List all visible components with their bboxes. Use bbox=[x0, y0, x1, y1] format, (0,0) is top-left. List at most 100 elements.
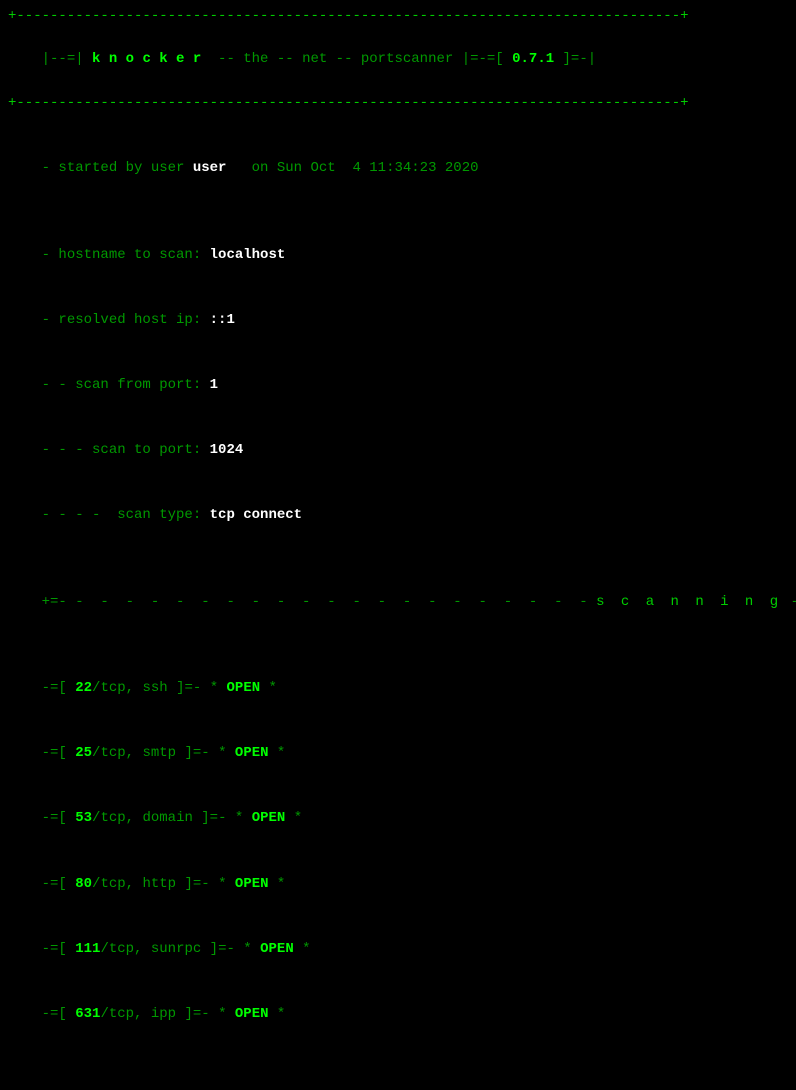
port-star-post-631: * bbox=[269, 1006, 286, 1022]
port-num-80: 80 bbox=[67, 876, 92, 892]
terminal-window: +---------------------------------------… bbox=[8, 6, 788, 539]
scanning-end: - bbox=[782, 594, 796, 610]
port-num-22: 22 bbox=[67, 680, 92, 696]
port-status-22: OPEN bbox=[227, 680, 261, 696]
port-close-bracket-53: ]=- bbox=[201, 810, 226, 826]
port-close-bracket-631: ]=- bbox=[184, 1006, 209, 1022]
scan-to-value: 1024 bbox=[210, 442, 244, 458]
port-status-631: OPEN bbox=[235, 1006, 269, 1022]
started-line: - started by user user on Sun Oct 4 11:3… bbox=[8, 136, 788, 201]
port-service-631: ipp bbox=[151, 1006, 185, 1022]
scan-from-prefix: - - scan from port: bbox=[42, 377, 210, 393]
title-knocker: k n o c k e r bbox=[92, 51, 201, 67]
port-num-53: 53 bbox=[67, 810, 92, 826]
empty-5 bbox=[8, 1047, 788, 1069]
port-open-bracket-111: -=[ bbox=[42, 941, 67, 957]
port-comma-53: , bbox=[126, 810, 143, 826]
port-slash-631: /tcp bbox=[100, 1006, 134, 1022]
hostname-line: - hostname to scan: localhost bbox=[8, 223, 788, 288]
scan-to-line: - - - scan to port: 1024 bbox=[8, 418, 788, 483]
port-status-25: OPEN bbox=[235, 745, 269, 761]
port-star-pre-111: * bbox=[235, 941, 260, 957]
port-star-pre-22: * bbox=[201, 680, 226, 696]
port-service-80: http bbox=[142, 876, 184, 892]
port-star-post-25: * bbox=[269, 745, 286, 761]
scanning-label: s c a n n i n g bbox=[596, 594, 782, 610]
port-service-25: smtp bbox=[142, 745, 184, 761]
scan-from-value: 1 bbox=[210, 377, 218, 393]
scanning-separator: +=- - - - - - - - - - - - - - - - - - - … bbox=[8, 570, 788, 635]
port-comma-25: , bbox=[126, 745, 143, 761]
port-close-bracket-80: ]=- bbox=[184, 876, 209, 892]
title-middle: -- the -- net -- portscanner bbox=[201, 51, 461, 67]
port-status-80: OPEN bbox=[235, 876, 269, 892]
empty-4 bbox=[8, 635, 788, 657]
port-row-631: -=[ 631/tcp, ipp ]=- * OPEN * bbox=[8, 982, 788, 1047]
port-star-pre-631: * bbox=[210, 1006, 235, 1022]
title-prefix: |--=| bbox=[42, 51, 92, 67]
port-close-bracket-22: ]=- bbox=[176, 680, 201, 696]
port-slash-25: /tcp bbox=[92, 745, 126, 761]
port-row-22: -=[ 22/tcp, ssh ]=- * OPEN * bbox=[8, 657, 788, 722]
title-version: 0.7.1 bbox=[504, 51, 563, 67]
port-comma-631: , bbox=[134, 1006, 151, 1022]
port-open-bracket-631: -=[ bbox=[42, 1006, 67, 1022]
port-service-22: ssh bbox=[142, 680, 176, 696]
port-star-pre-25: * bbox=[210, 745, 235, 761]
port-star-post-53: * bbox=[285, 810, 302, 826]
scan-type-prefix: - - - - scan type: bbox=[42, 507, 210, 523]
resolved-line: - resolved host ip: ::1 bbox=[8, 288, 788, 353]
scanning-dashes: +=- bbox=[42, 594, 76, 610]
port-slash-22: /tcp bbox=[92, 680, 126, 696]
empty-2 bbox=[8, 201, 788, 223]
port-row-25: -=[ 25/tcp, smtp ]=- * OPEN * bbox=[8, 722, 788, 787]
port-row-53: -=[ 53/tcp, domain ]=- * OPEN * bbox=[8, 787, 788, 852]
scanning-space bbox=[588, 594, 596, 610]
hostname-prefix: - hostname to scan: bbox=[42, 247, 210, 263]
top-border: +---------------------------------------… bbox=[8, 6, 788, 28]
port-slash-53: /tcp bbox=[92, 810, 126, 826]
port-star-post-111: * bbox=[294, 941, 311, 957]
scanning-dots: - - - - - - - - - - - - - - - - - - - - … bbox=[75, 594, 587, 610]
resolved-value: ::1 bbox=[210, 312, 235, 328]
port-star-pre-80: * bbox=[210, 876, 235, 892]
started-suffix: on Sun Oct 4 11:34:23 2020 bbox=[226, 160, 478, 176]
port-row-111: -=[ 111/tcp, sunrpc ]=- * OPEN * bbox=[8, 917, 788, 982]
header-bottom-border: +---------------------------------------… bbox=[8, 93, 788, 115]
port-star-post-22: * bbox=[260, 680, 277, 696]
port-star-post-80: * bbox=[269, 876, 286, 892]
title-bracket-close: ]=-| bbox=[563, 51, 597, 67]
port-num-111: 111 bbox=[67, 941, 101, 957]
scan-to-prefix: - - - scan to port: bbox=[42, 442, 210, 458]
port-service-53: domain bbox=[142, 810, 201, 826]
scan-type-line: - - - - scan type: tcp connect bbox=[8, 483, 788, 548]
port-open-bracket-80: -=[ bbox=[42, 876, 67, 892]
port-close-bracket-111: ]=- bbox=[210, 941, 235, 957]
port-service-111: sunrpc bbox=[151, 941, 210, 957]
port-num-631: 631 bbox=[67, 1006, 101, 1022]
port-open-bracket-53: -=[ bbox=[42, 810, 67, 826]
hostname-value: localhost bbox=[210, 247, 286, 263]
started-user: user bbox=[193, 160, 227, 176]
port-slash-111: /tcp bbox=[100, 941, 134, 957]
scan-from-line: - - scan from port: 1 bbox=[8, 353, 788, 418]
port-comma-80: , bbox=[126, 876, 143, 892]
empty-3 bbox=[8, 548, 788, 570]
title-line: |--=| k n o c k e r -- the -- net -- por… bbox=[8, 28, 788, 93]
port-open-bracket-22: -=[ bbox=[42, 680, 67, 696]
title-bracket-open: |=-=[ bbox=[462, 51, 504, 67]
resolved-prefix: - resolved host ip: bbox=[42, 312, 210, 328]
port-num-25: 25 bbox=[67, 745, 92, 761]
port-star-pre-53: * bbox=[227, 810, 252, 826]
port-slash-80: /tcp bbox=[92, 876, 126, 892]
port-comma-22: , bbox=[126, 680, 143, 696]
started-prefix: - started by user bbox=[42, 160, 193, 176]
scan-type-value: tcp connect bbox=[210, 507, 302, 523]
port-status-111: OPEN bbox=[260, 941, 294, 957]
port-close-bracket-25: ]=- bbox=[184, 745, 209, 761]
port-status-53: OPEN bbox=[252, 810, 286, 826]
port-row-80: -=[ 80/tcp, http ]=- * OPEN * bbox=[8, 852, 788, 917]
completed-separator: +=- - - - - - - - - - - - - - - - - - - … bbox=[8, 1069, 788, 1090]
port-comma-111: , bbox=[134, 941, 151, 957]
empty-1 bbox=[8, 114, 788, 136]
